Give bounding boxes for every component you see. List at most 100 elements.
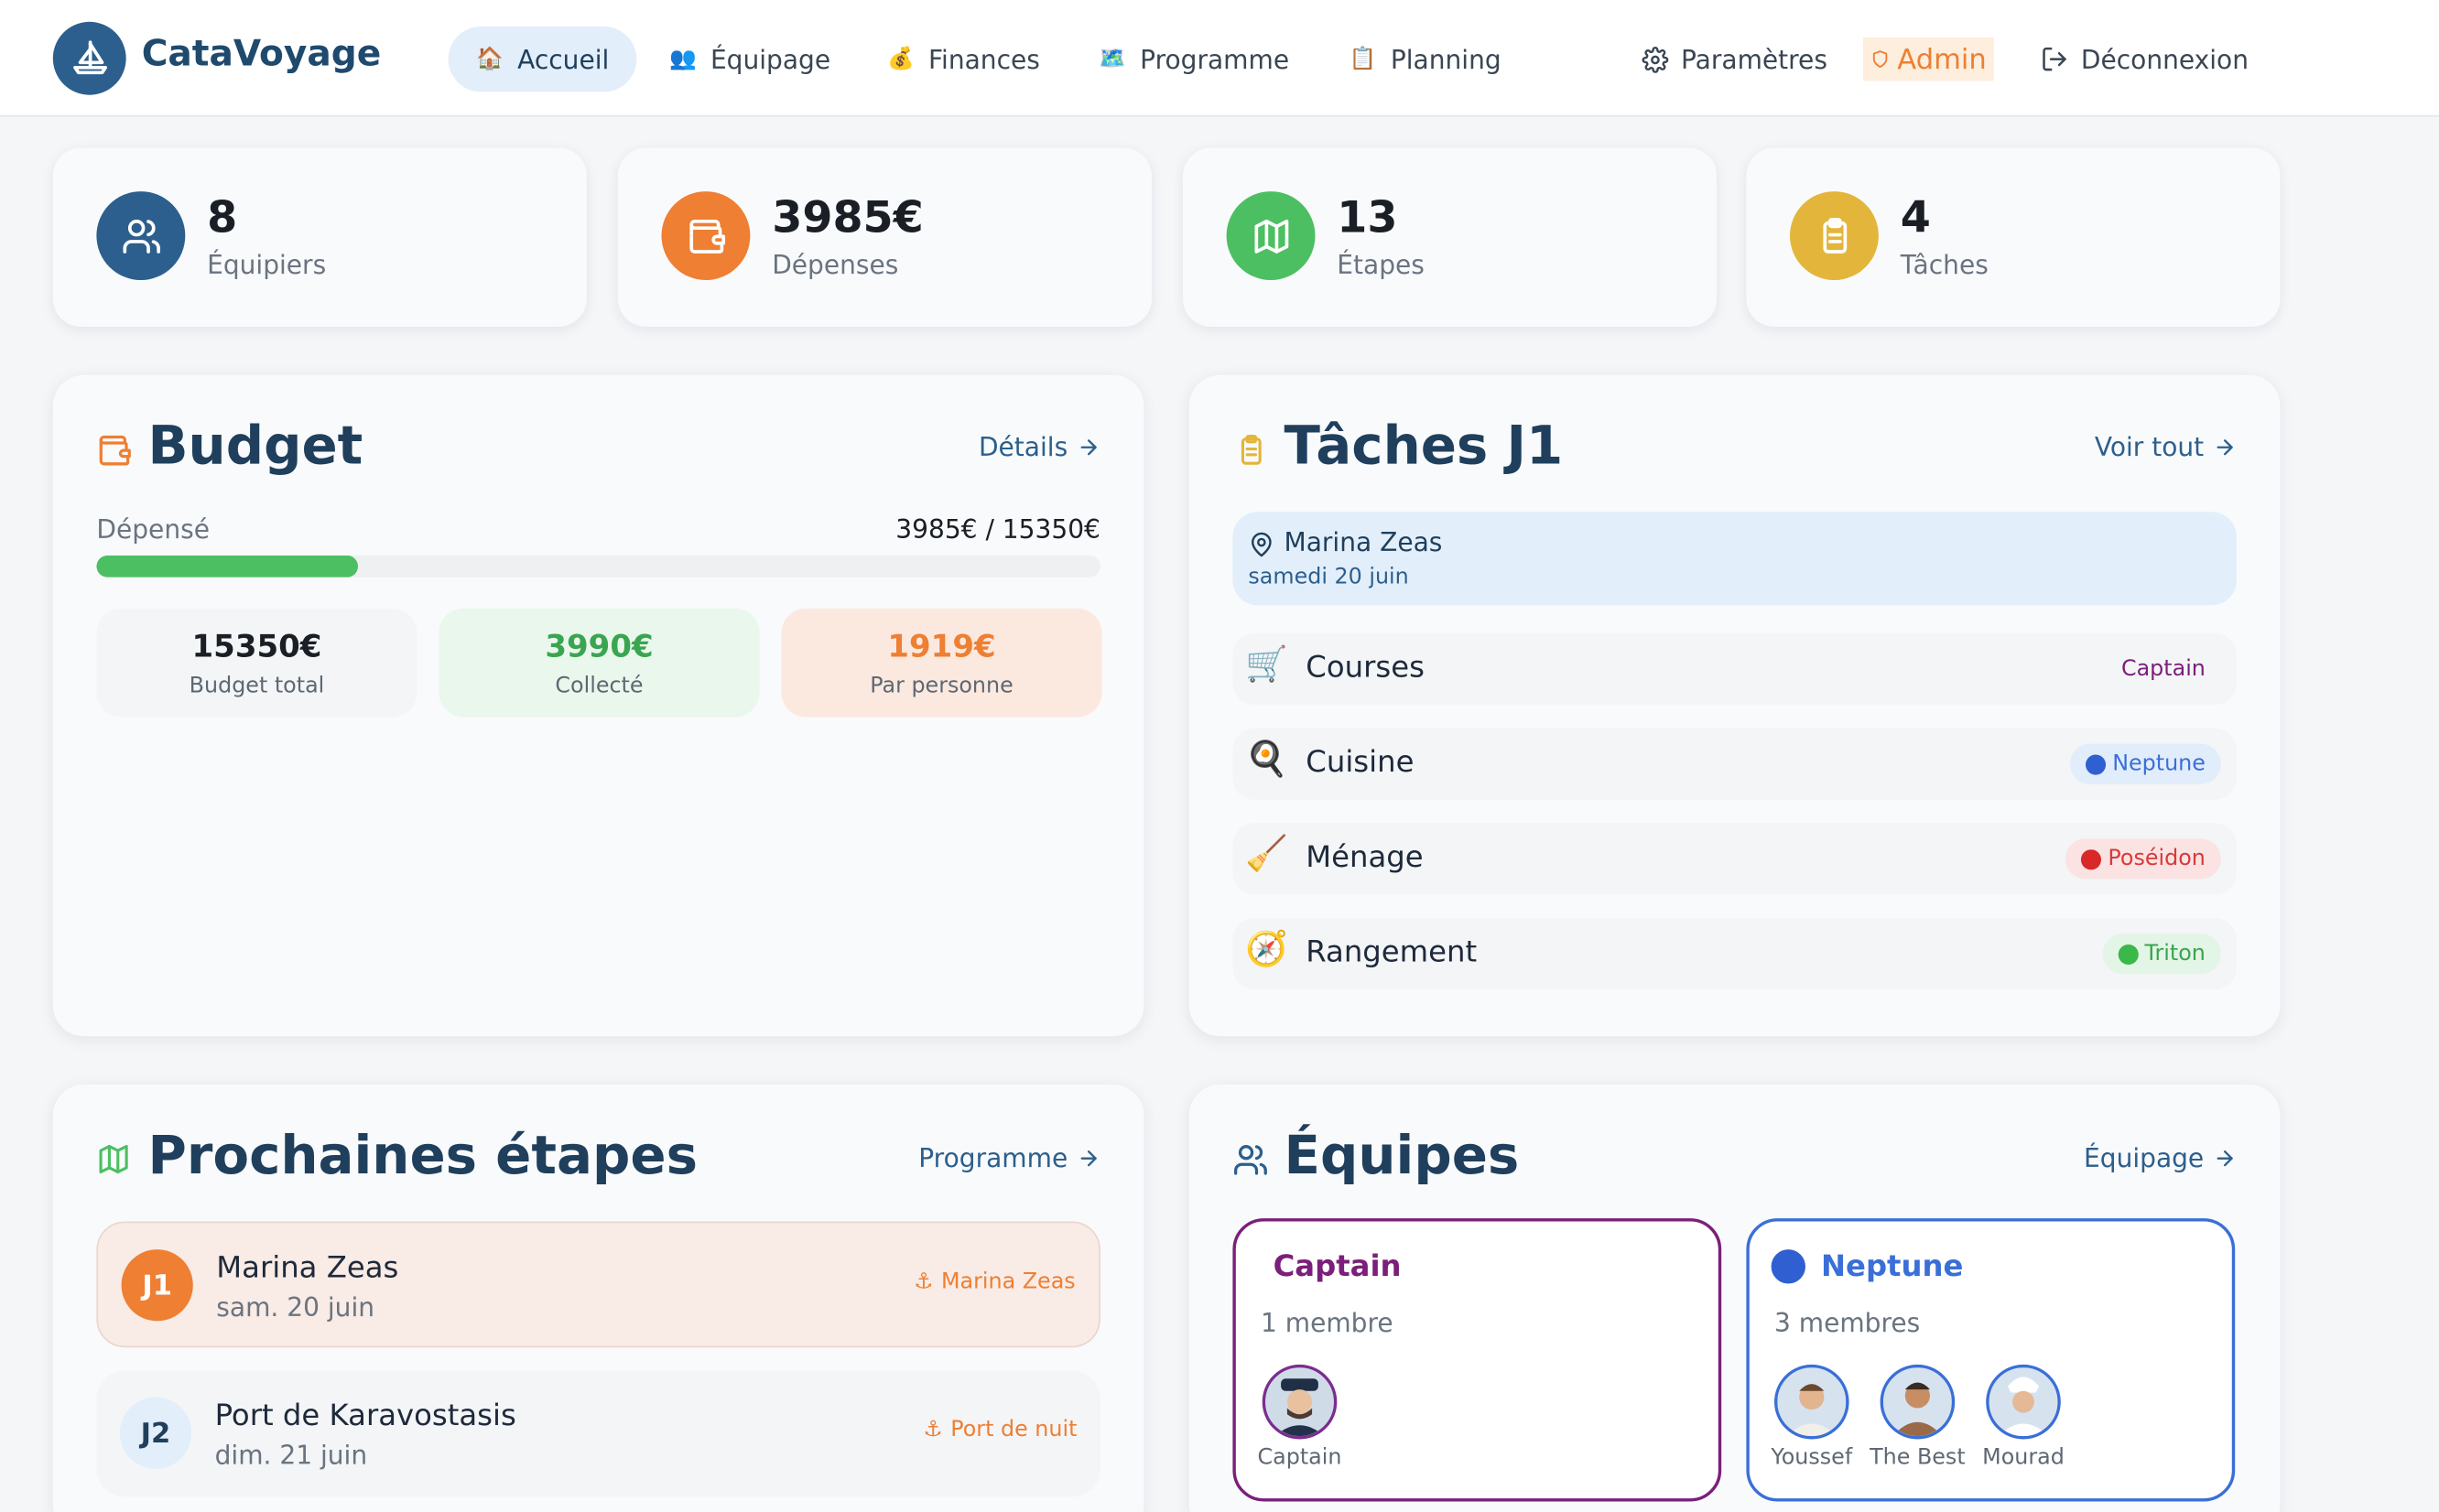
collected-label: Collecté	[555, 674, 644, 699]
budget-total-box: 15350€ Budget total	[96, 608, 417, 718]
step-name: Port de Karavostasis	[214, 1399, 516, 1433]
stat-value: 13	[1337, 191, 1398, 243]
red-dot-icon	[2081, 848, 2102, 869]
team-badge: Captain	[2106, 649, 2221, 689]
money-bag-icon: 💰	[887, 47, 915, 72]
house-icon: 🏠	[476, 47, 504, 72]
team-badge-label: Captain	[2120, 656, 2206, 682]
spent-label: Dépensé	[96, 514, 210, 545]
step-row-j2[interactable]: J2 Port de Karavostasis dim. 21 juin ⚓ P…	[96, 1370, 1100, 1497]
blue-dot-icon	[1771, 1249, 1805, 1284]
step-date: dim. 21 juin	[214, 1441, 368, 1471]
nav-item-programme[interactable]: 🗺️ Programme	[1071, 27, 1317, 92]
wallet-icon	[99, 435, 131, 466]
budget-details-link[interactable]: Détails	[979, 433, 1100, 462]
see-all-tasks-link[interactable]: Voir tout	[2095, 433, 2237, 462]
team-member[interactable]: Mourad	[1969, 1364, 2078, 1471]
avatar	[1774, 1364, 1849, 1440]
avatar	[1986, 1364, 2061, 1440]
member-name: Mourad	[1982, 1445, 2065, 1471]
task-row[interactable]: 🧹 Ménage Poséidon	[1232, 823, 2237, 895]
per-person-value: 1919€	[887, 627, 996, 664]
team-member[interactable]: Youssef	[1757, 1364, 1866, 1471]
nav-item-planning[interactable]: 📋 Planning	[1321, 27, 1529, 92]
team-badge: Neptune	[2070, 743, 2221, 784]
people-icon: 👥	[669, 47, 697, 72]
stat-value: 3985€	[772, 191, 924, 243]
team-badge-label: Poséidon	[2108, 846, 2206, 871]
step-tag-label: Marina Zeas	[940, 1269, 1076, 1295]
team-card-neptune[interactable]: Neptune 3 membres Youssef The Best Moura…	[1746, 1218, 2236, 1502]
anchor-icon: ⚓	[914, 1269, 934, 1295]
team-member-count: 1 membre	[1261, 1308, 1393, 1338]
task-row[interactable]: 🛒 Courses Captain	[1232, 632, 2237, 706]
shield-icon	[1872, 50, 1888, 69]
step-day-badge: J2	[119, 1397, 192, 1469]
panel-title: Tâches J1	[1284, 415, 1564, 478]
task-row[interactable]: 🍳 Cuisine Neptune	[1232, 728, 2237, 800]
team-badge-label: Neptune	[2112, 751, 2206, 777]
arrow-right-icon	[2217, 439, 2233, 456]
stat-value: 8	[207, 191, 238, 243]
avatar	[1880, 1364, 1956, 1440]
link-label: Équipage	[2084, 1143, 2205, 1173]
nav-item-parametres[interactable]: Paramètres	[1614, 27, 1856, 92]
nav-label: Finances	[927, 44, 1040, 74]
collected-value: 3990€	[545, 627, 654, 664]
nav-item-deconnexion[interactable]: Déconnexion	[2012, 27, 2276, 92]
nav-item-accueil[interactable]: 🏠 Accueil	[448, 26, 637, 92]
stat-card-depenses[interactable]: 3985€ Dépenses	[617, 147, 1152, 327]
green-dot-icon	[2118, 944, 2139, 965]
stat-card-taches[interactable]: 4 Tâches	[1746, 147, 2281, 327]
nav-label: Paramètres	[1681, 44, 1827, 74]
logout-icon	[2043, 47, 2066, 71]
step-tag: ⚓ Marina Zeas	[914, 1269, 1076, 1294]
shopping-cart-icon: 🛒	[1245, 645, 1288, 686]
per-person-label: Par personne	[870, 674, 1014, 699]
team-badge: Triton	[2102, 934, 2221, 975]
team-card-captain[interactable]: Captain 1 membre Captain	[1232, 1218, 1722, 1502]
step-tag-label: Port de nuit	[950, 1417, 1078, 1442]
per-person-box: 1919€ Par personne	[781, 608, 1102, 718]
budget-panel: Budget Détails Dépensé 3985€ / 15350€ 15…	[52, 374, 1144, 1037]
task-location: Marina Zeas samedi 20 juin	[1232, 512, 2237, 606]
task-row[interactable]: 🧭 Rangement Triton	[1232, 918, 2237, 990]
team-name: Captain	[1273, 1249, 1402, 1284]
link-label: Détails	[978, 432, 1068, 462]
app-name[interactable]: CataVoyage	[142, 34, 382, 74]
clipboard-icon	[1241, 435, 1262, 465]
link-label: Voir tout	[2094, 432, 2205, 462]
collected-box: 3990€ Collecté	[439, 608, 760, 718]
budget-progress-bar	[96, 555, 1100, 578]
map-pin-icon	[1252, 532, 1272, 557]
location-date: samedi 20 juin	[1248, 565, 1409, 590]
stat-label: Dépenses	[772, 250, 899, 280]
arrow-right-icon	[1080, 1150, 1097, 1167]
equipage-link[interactable]: Équipage	[2084, 1144, 2237, 1173]
nav-item-admin[interactable]: Admin	[1862, 37, 1995, 81]
step-name: Marina Zeas	[216, 1250, 399, 1286]
stat-label: Équipiers	[207, 250, 327, 280]
stat-card-equipiers[interactable]: 8 Équipiers	[52, 147, 587, 327]
team-name: Neptune	[1821, 1249, 1964, 1284]
link-label: Programme	[918, 1143, 1068, 1173]
sailboat-logo-icon[interactable]	[52, 21, 126, 95]
step-row-j1[interactable]: J1 Marina Zeas sam. 20 juin ⚓ Marina Zea…	[96, 1221, 1100, 1348]
programme-link[interactable]: Programme	[918, 1144, 1100, 1173]
step-day-badge: J1	[121, 1249, 193, 1322]
nav-item-equipage[interactable]: 👥 Équipage	[641, 27, 858, 92]
map-icon: 🗺️	[1099, 47, 1126, 72]
stat-label: Étapes	[1337, 250, 1425, 280]
stat-card-etapes[interactable]: 13 Étapes	[1183, 147, 1718, 327]
team-member[interactable]: Captain	[1245, 1364, 1354, 1471]
team-member-count: 3 membres	[1774, 1308, 1921, 1338]
nav-item-finances[interactable]: 💰 Finances	[859, 27, 1068, 92]
users-icon	[96, 191, 186, 280]
spent-value: 3985€ / 15350€	[895, 514, 1100, 545]
team-badge: Poséidon	[2065, 838, 2221, 880]
users-icon	[1234, 1145, 1267, 1175]
team-name-row: Neptune	[1771, 1249, 1964, 1284]
arrow-right-icon	[1080, 439, 1097, 456]
team-member[interactable]: The Best	[1863, 1364, 1972, 1471]
budget-total-value: 15350€	[191, 627, 322, 664]
